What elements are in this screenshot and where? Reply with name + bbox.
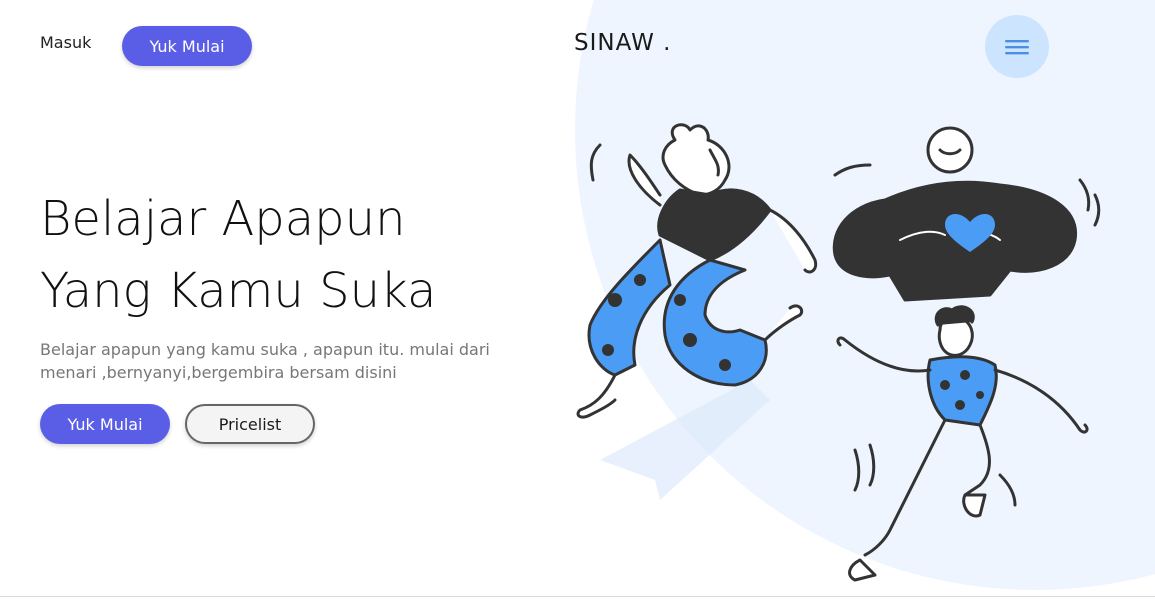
hero-title: Belajar Apapun Yang Kamu Suka: [40, 183, 560, 327]
menu-button[interactable]: [985, 15, 1049, 78]
hero-title-line-2: Yang Kamu Suka: [40, 263, 437, 319]
dancing-man-figure: [576, 123, 818, 419]
landing-page: Masuk Yuk Mulai SINAW . Belajar Apapun Y…: [0, 0, 1155, 600]
pricelist-button[interactable]: Pricelist: [185, 404, 315, 444]
login-link[interactable]: Masuk: [40, 33, 91, 52]
hero-start-button[interactable]: Yuk Mulai: [40, 404, 170, 444]
bald-man-figure: [832, 126, 1101, 302]
dancing-people-illustration: [576, 123, 1101, 582]
bottom-divider: [0, 596, 1155, 597]
hero-subtitle: Belajar apapun yang kamu suka , apapun i…: [40, 340, 490, 383]
nav-start-button[interactable]: Yuk Mulai: [122, 26, 252, 66]
hero-title-line-1: Belajar Apapun: [40, 191, 406, 247]
running-woman-figure: [836, 305, 1089, 582]
hamburger-menu-icon: [1005, 39, 1029, 54]
brand-logo[interactable]: SINAW .: [574, 30, 671, 56]
